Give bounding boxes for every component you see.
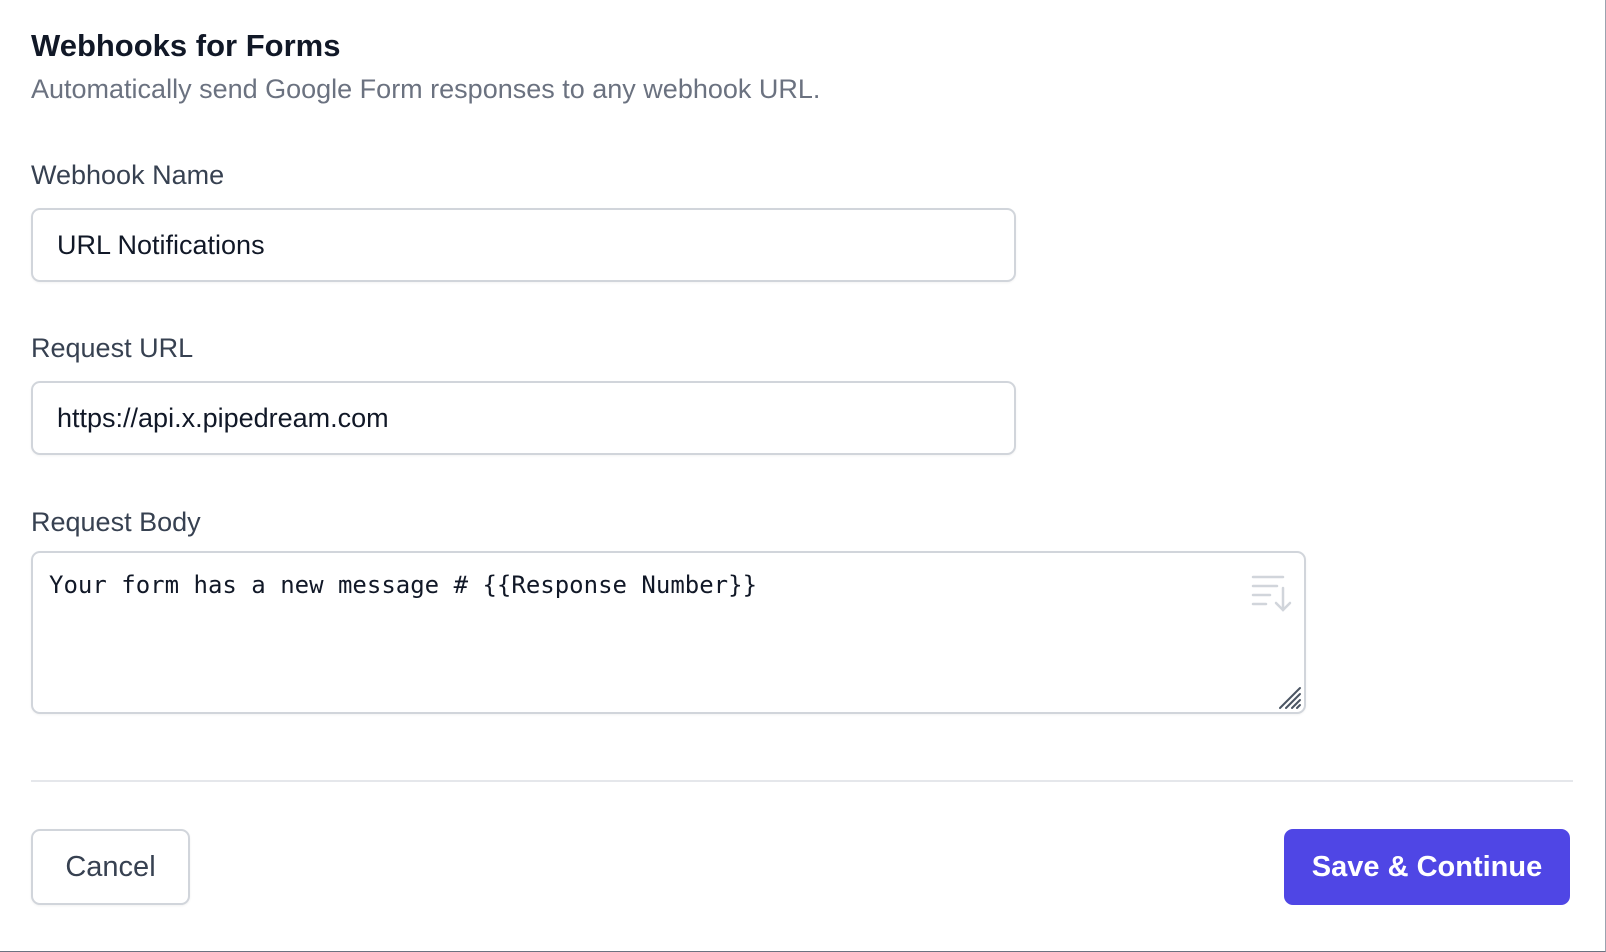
footer-divider: [31, 780, 1573, 782]
request-url-input[interactable]: [31, 381, 1016, 455]
request-body-textarea[interactable]: Your form has a new message # {{Response…: [33, 553, 1304, 712]
webhook-name-input[interactable]: [31, 208, 1016, 282]
request-body-field: Your form has a new message # {{Response…: [31, 551, 1306, 714]
save-continue-button[interactable]: Save & Continue: [1284, 829, 1570, 905]
sort-descending-icon[interactable]: [1250, 573, 1292, 613]
resize-handle-icon[interactable]: [1276, 684, 1302, 710]
webhook-form-panel: Webhooks for Forms Automatically send Go…: [0, 0, 1606, 952]
page-subtitle: Automatically send Google Form responses…: [31, 74, 821, 104]
webhook-name-label: Webhook Name: [31, 160, 225, 190]
request-url-label: Request URL: [31, 333, 194, 363]
page-title: Webhooks for Forms: [31, 28, 341, 63]
request-body-label: Request Body: [31, 507, 201, 537]
cancel-button[interactable]: Cancel: [31, 829, 190, 905]
